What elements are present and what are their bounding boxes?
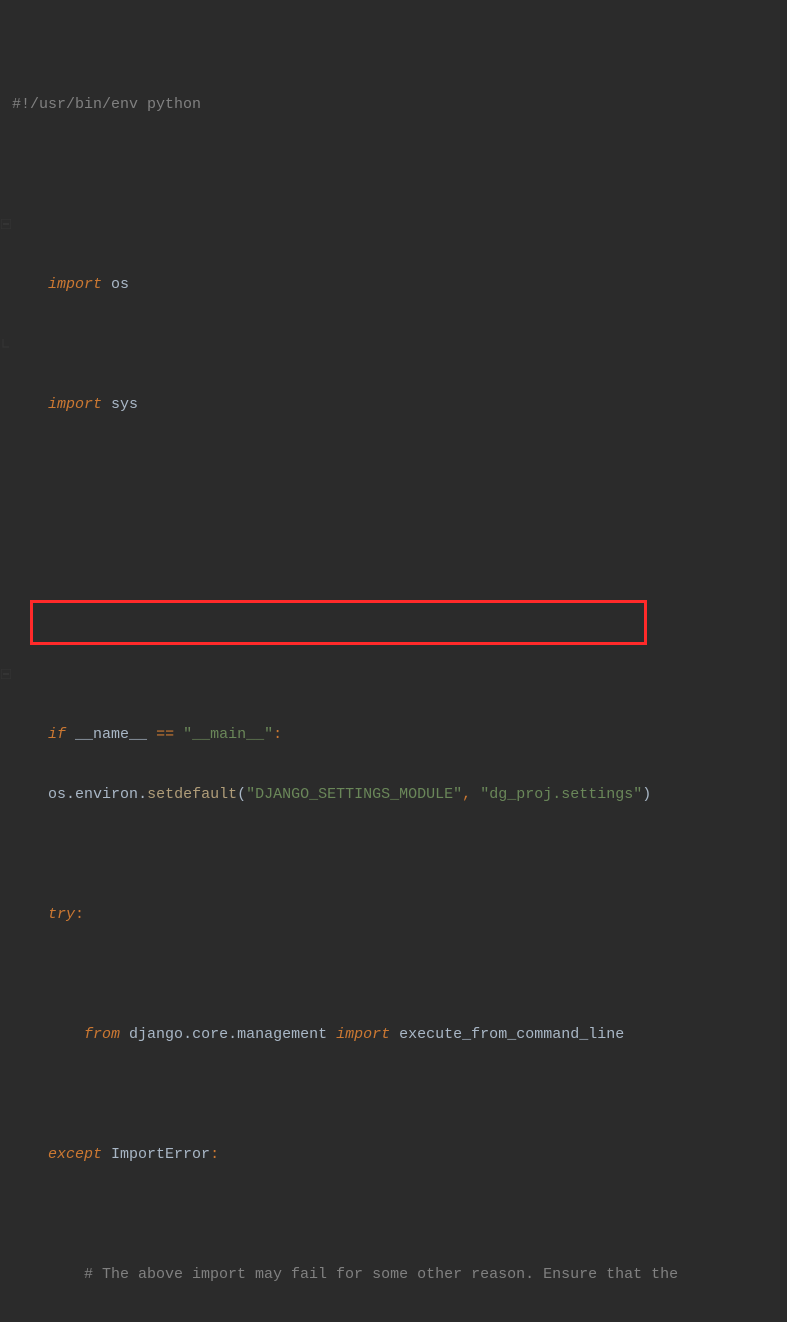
exception-class: ImportError	[111, 1146, 210, 1163]
code-line[interactable]: import sys	[12, 330, 787, 360]
code-line[interactable]: except ImportError:	[12, 1140, 787, 1170]
code-line[interactable]: try:	[12, 900, 787, 930]
code-line-blank[interactable]	[12, 450, 787, 480]
keyword-except: except	[48, 1146, 102, 1163]
keyword-import: import	[48, 276, 102, 293]
string-literal: "__main__"	[183, 726, 273, 743]
code-line[interactable]: #!/usr/bin/env python	[12, 90, 787, 120]
code-line[interactable]: # The above import may fail for some oth…	[12, 1260, 787, 1290]
comment: # The above import may fail for some oth…	[84, 1266, 678, 1283]
fold-minus-icon[interactable]	[1, 219, 11, 229]
method-call: setdefault	[147, 786, 237, 803]
module-name: sys	[102, 396, 138, 413]
keyword-if: if	[48, 726, 66, 743]
fold-minus-icon[interactable]	[1, 669, 11, 679]
code-line[interactable]: if __name__ == "__main__":	[12, 660, 787, 690]
imported-name: execute_from_command_line	[399, 1026, 624, 1043]
code-line[interactable]: from django.core.management import execu…	[12, 1020, 787, 1050]
string-literal: "DJANGO_SETTINGS_MODULE"	[246, 786, 462, 803]
keyword-from: from	[84, 1026, 120, 1043]
keyword-import: import	[48, 396, 102, 413]
operator-eq: ==	[156, 726, 174, 743]
fold-end-icon	[1, 339, 11, 349]
colon: :	[273, 726, 282, 743]
code-line[interactable]: os.environ.setdefault("DJANGO_SETTINGS_M…	[12, 780, 787, 810]
code-line-blank[interactable]	[12, 540, 787, 570]
code-editor[interactable]: #!/usr/bin/env python import os import s…	[0, 0, 787, 1322]
code-line[interactable]: import os	[12, 210, 787, 240]
keyword-try: try	[48, 906, 75, 923]
shebang-comment: #!/usr/bin/env python	[12, 96, 201, 113]
keyword-import: import	[336, 1026, 390, 1043]
module-name: os	[102, 276, 129, 293]
identifier: __name__	[75, 726, 147, 743]
